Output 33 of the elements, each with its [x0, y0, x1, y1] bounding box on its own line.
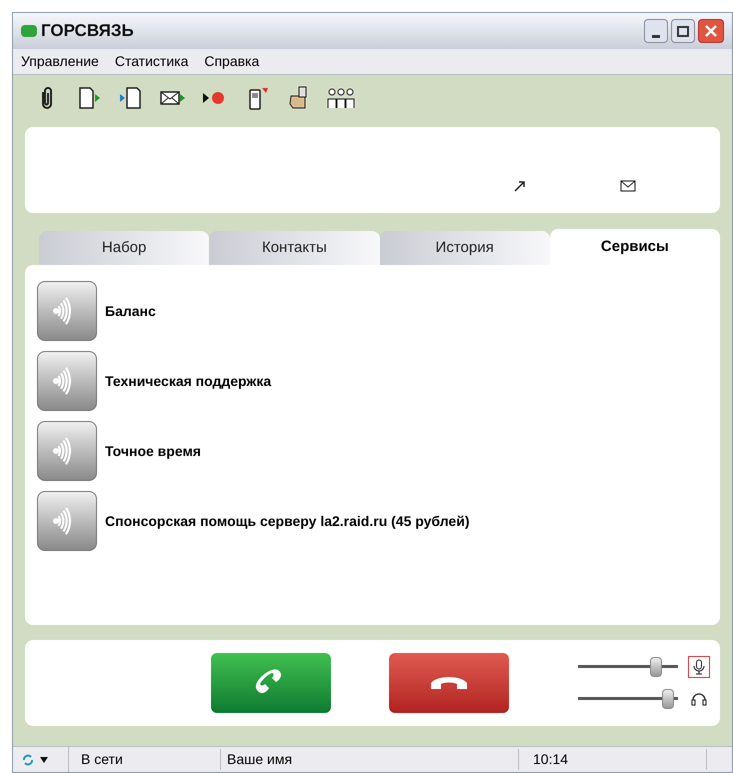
sound-icon[interactable] — [37, 421, 97, 481]
tab[interactable]: История — [380, 231, 550, 265]
microphone-icon[interactable] — [693, 659, 705, 675]
dropdown-arrow-icon[interactable] — [39, 756, 49, 764]
sound-icon[interactable] — [37, 351, 97, 411]
user-name: Ваше имя — [221, 749, 519, 770]
minimize-button[interactable] — [644, 19, 668, 43]
close-button[interactable] — [698, 19, 724, 43]
tab[interactable]: Набор — [39, 231, 210, 265]
window-title: ГОРСВЯЗЬ — [41, 20, 134, 42]
menu-item[interactable]: Управление — [21, 51, 99, 72]
resize-arrow-icon — [513, 179, 527, 193]
call-button[interactable] — [211, 653, 331, 713]
headphones-icon[interactable] — [691, 692, 707, 706]
tab[interactable]: Сервисы — [550, 229, 720, 265]
app-logo-icon — [21, 25, 37, 37]
clock-time: 10:14 — [519, 749, 707, 770]
service-label[interactable]: Спонсорская помощь серверу la2.raid.ru (45 рублей) — [105, 510, 470, 532]
status-text: В сети — [69, 749, 221, 770]
service-label[interactable]: Техническая поддержка — [105, 370, 272, 392]
sound-icon[interactable] — [37, 491, 97, 551]
sound-icon[interactable] — [37, 281, 97, 341]
maximize-button[interactable] — [671, 19, 695, 43]
close-icon — [704, 24, 718, 38]
envelope-icon — [620, 180, 636, 192]
volume-slider[interactable] — [578, 689, 678, 709]
volume-slider[interactable] — [578, 657, 678, 677]
menu-item[interactable]: Справка — [204, 51, 260, 72]
service-label[interactable]: Точное время — [105, 440, 201, 462]
menu-item[interactable]: Статистика — [114, 51, 188, 72]
service-label[interactable]: Баланс — [105, 300, 156, 322]
hang-up-button[interactable] — [389, 653, 509, 713]
tab[interactable]: Контакты — [209, 231, 380, 265]
